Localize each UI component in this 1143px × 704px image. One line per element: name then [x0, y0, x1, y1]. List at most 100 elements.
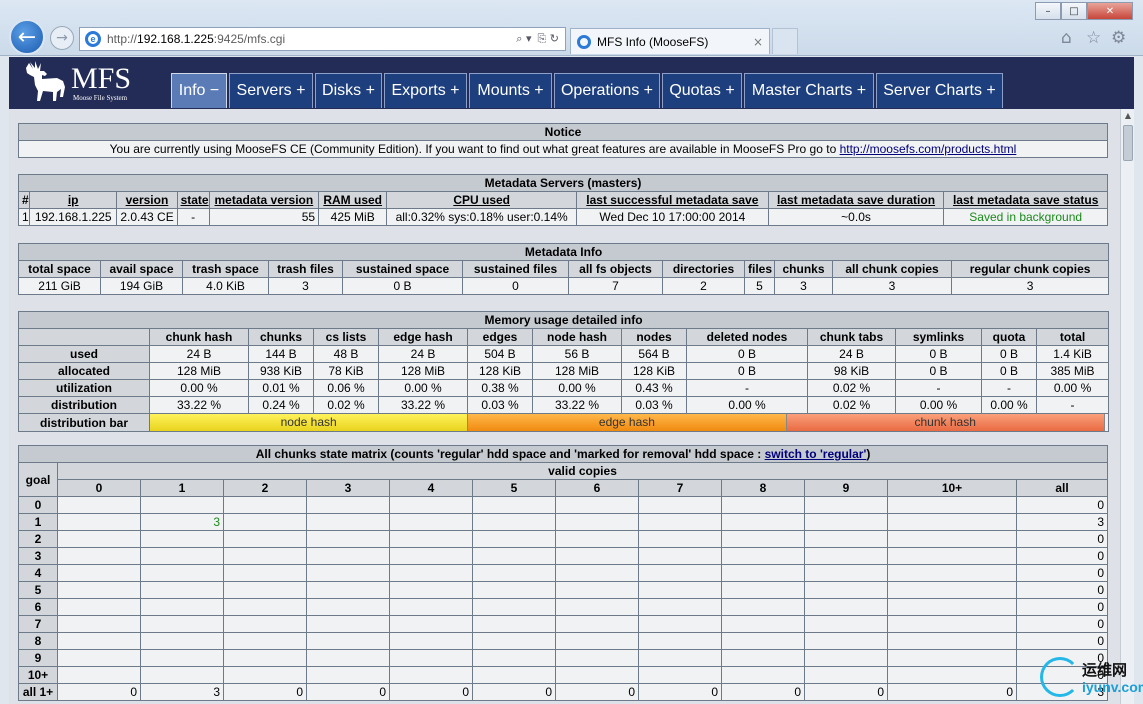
back-button[interactable]: ← — [9, 19, 45, 55]
mi-col-header: files — [744, 260, 775, 278]
matrix-goal-label: 0 — [18, 496, 58, 514]
matrix-cell — [887, 564, 1017, 582]
vertical-scrollbar[interactable]: ▲ — [1120, 109, 1134, 704]
tab-master-charts[interactable]: Master Charts + — [744, 73, 874, 108]
switch-regular-link[interactable]: switch to 'regular' — [765, 447, 867, 461]
ms-col-header[interactable]: version — [116, 191, 178, 209]
url-text[interactable]: http://192.168.1.225:9425/mfs.cgi — [107, 32, 516, 46]
ms-col-header[interactable]: last metadata save duration — [767, 191, 945, 209]
matrix-cell: 0 — [472, 683, 556, 701]
matrix-row: all 1+ 0 3 0 0 0 0 0 0 0 0 0 3 — [18, 683, 1109, 701]
matrix-cell — [555, 615, 639, 633]
matrix-row: 10+ 0 — [18, 666, 1109, 684]
mfs-logo[interactable]: MFS Moose File System — [21, 59, 146, 105]
scroll-up-icon[interactable]: ▲ — [1122, 111, 1134, 123]
memory-usage-title: Memory usage detailed info — [17, 311, 1110, 329]
metadata-info-row: 211 GiB 194 GiB 4.0 KiB 3 0 B0725333 — [18, 277, 1110, 295]
tab-quotas[interactable]: Quotas + — [662, 73, 742, 108]
ms-col-header[interactable]: CPU used — [386, 191, 577, 209]
tab-info[interactable]: Info − — [171, 73, 227, 108]
chunk-matrix-title: All chunks state matrix (counts 'regular… — [17, 445, 1109, 463]
matrix-cell — [57, 496, 141, 514]
matrix-cell — [887, 615, 1017, 633]
memory-cell: 385 MiB — [1035, 362, 1110, 380]
matrix-cell — [223, 530, 307, 548]
matrix-goal-label: 8 — [18, 632, 58, 650]
star-icon[interactable]: ☆ — [1086, 28, 1101, 48]
home-icon[interactable]: ⌂ — [1061, 28, 1072, 48]
ms-col-header[interactable]: state — [176, 191, 210, 209]
tab-server-charts[interactable]: Server Charts + — [876, 73, 1003, 108]
matrix-cell — [638, 496, 722, 514]
matrix-cell — [804, 581, 888, 599]
mi-cell: 0 — [462, 277, 569, 295]
matrix-goal-label: 3 — [18, 547, 58, 565]
forward-arrow-icon: → — [56, 30, 68, 46]
mem-col-header: cs lists — [313, 328, 379, 346]
ms-cell: 192.168.1.225 — [29, 208, 118, 226]
tab-exports[interactable]: Exports + — [384, 73, 467, 108]
minimize-button[interactable]: – — [1035, 2, 1061, 20]
matrix-cell — [804, 615, 888, 633]
matrix-cell: 3 — [140, 683, 224, 701]
forward-button[interactable]: → — [50, 26, 74, 50]
ms-col-header[interactable]: ip — [29, 191, 118, 209]
matrix-cell — [223, 649, 307, 667]
ms-col-header[interactable]: # — [17, 191, 31, 209]
tab-mounts[interactable]: Mounts + — [469, 73, 552, 108]
new-tab-button[interactable] — [772, 28, 798, 54]
memory-cell: 0.00 % — [686, 396, 808, 414]
scroll-thumb[interactable] — [1123, 125, 1133, 161]
matrix-cell — [389, 530, 473, 548]
tab-servers[interactable]: Servers + — [229, 73, 313, 108]
matrix-cell — [638, 581, 722, 599]
logo-subtitle: Moose File System — [73, 94, 128, 102]
matrix-row: 80 — [18, 632, 1109, 650]
watermark-en: iyunv.com — [1082, 679, 1143, 695]
close-window-button[interactable]: ✕ — [1087, 2, 1133, 20]
matrix-cell — [721, 530, 805, 548]
distribution-segment: edge hash — [468, 414, 787, 431]
matrix-cell — [389, 513, 473, 531]
gear-icon[interactable]: ⚙ — [1111, 28, 1126, 48]
products-link[interactable]: http://moosefs.com/products.html — [840, 142, 1017, 156]
memory-cell: 0.24 % — [248, 396, 314, 414]
matrix-cell — [140, 615, 224, 633]
browser-tab[interactable]: MFS Info (MooseFS) × — [570, 28, 770, 54]
matrix-cell — [140, 581, 224, 599]
tab-operations[interactable]: Operations + — [554, 73, 660, 108]
ms-col-header[interactable]: RAM used — [318, 191, 388, 209]
mem-col-header: nodes — [621, 328, 687, 346]
matrix-cell — [472, 513, 556, 531]
ms-col-header[interactable]: last successful metadata save — [576, 191, 769, 209]
refresh-icon[interactable]: ⎘ ↻ — [537, 32, 559, 46]
ms-cell: - — [176, 208, 210, 226]
matrix-cell: 0 — [887, 683, 1017, 701]
tab-close-icon[interactable]: × — [753, 35, 763, 49]
watermark-logo: 运维网 iyunv.com — [1040, 655, 1143, 701]
memory-cell: 504 B — [467, 345, 533, 363]
matrix-cell — [721, 547, 805, 565]
matrix-cell — [638, 615, 722, 633]
memory-cell: 33.22 % — [532, 396, 622, 414]
matrix-cell — [57, 530, 141, 548]
matrix-row: 1 3 3 — [18, 513, 1109, 531]
matrix-cell — [223, 564, 307, 582]
matrix-cell — [638, 632, 722, 650]
matrix-cell: 0 — [223, 683, 307, 701]
memory-cell: 33.22 % — [378, 396, 468, 414]
tab-disks[interactable]: Disks + — [315, 73, 382, 108]
matrix-goal-label: all 1+ — [18, 683, 58, 701]
address-bar[interactable]: e http://192.168.1.225:9425/mfs.cgi ⌕ ▾ … — [79, 27, 566, 51]
search-dropdown-icon[interactable]: ⌕ ▾ — [516, 32, 531, 46]
memory-cell: 0 B — [981, 345, 1037, 363]
matrix-row: 40 — [18, 564, 1109, 582]
matrix-cell: 0 — [57, 683, 141, 701]
matrix-cell — [804, 598, 888, 616]
matrix-cell: 3 — [1015, 513, 1109, 531]
matrix-cell: 0 — [804, 683, 888, 701]
matrix-cell — [306, 666, 390, 684]
maximize-button[interactable]: □ — [1061, 2, 1087, 20]
ms-col-header[interactable]: last metadata save status — [943, 191, 1108, 209]
ms-col-header[interactable]: metadata version — [208, 191, 320, 209]
